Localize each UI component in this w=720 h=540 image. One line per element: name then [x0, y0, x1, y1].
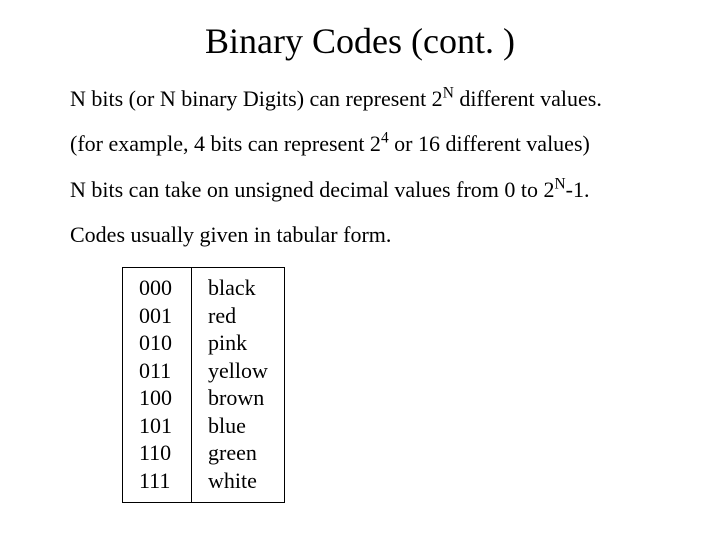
table-row: blue — [208, 412, 268, 440]
p2-text-a: (for example, 4 bits can represent 2 — [70, 131, 381, 156]
paragraph-3: N bits can take on unsigned decimal valu… — [70, 177, 650, 202]
table-row: 110 — [139, 439, 175, 467]
table-row: white — [208, 467, 268, 495]
table-row: 100 — [139, 384, 175, 412]
p3-text-a: N bits can take on unsigned decimal valu… — [70, 177, 555, 202]
table-row: brown — [208, 384, 268, 412]
table-row: black — [208, 274, 268, 302]
table-row: pink — [208, 329, 268, 357]
p1-text-a: N bits (or N binary Digits) can represen… — [70, 86, 443, 111]
table-row: 101 — [139, 412, 175, 440]
codes-column-name: black red pink yellow brown blue green w… — [192, 267, 285, 503]
p3-text-b: -1. — [566, 177, 590, 202]
codes-column-binary: 000 001 010 011 100 101 110 111 — [122, 267, 192, 503]
table-row: 000 — [139, 274, 175, 302]
p1-text-b: different values. — [454, 86, 602, 111]
paragraph-2: (for example, 4 bits can represent 24 or… — [70, 131, 650, 156]
p2-text-b: or 16 different values) — [389, 131, 590, 156]
p3-superscript: N — [555, 175, 566, 192]
table-row: 011 — [139, 357, 175, 385]
table-row: green — [208, 439, 268, 467]
paragraph-4: Codes usually given in tabular form. — [70, 222, 650, 247]
table-row: 001 — [139, 302, 175, 330]
table-row: 010 — [139, 329, 175, 357]
table-row: yellow — [208, 357, 268, 385]
paragraph-1: N bits (or N binary Digits) can represen… — [70, 86, 650, 111]
codes-table: 000 001 010 011 100 101 110 111 black re… — [122, 267, 650, 503]
p1-superscript: N — [443, 85, 454, 102]
table-row: red — [208, 302, 268, 330]
page-title: Binary Codes (cont. ) — [70, 20, 650, 62]
p2-superscript: 4 — [381, 130, 389, 147]
table-row: 111 — [139, 467, 175, 495]
